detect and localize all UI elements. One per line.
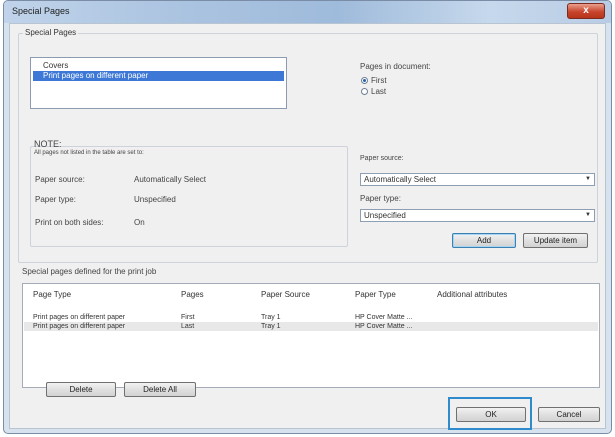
note-paper-type-value: Unspecified: [134, 195, 176, 204]
cell-pages: First: [181, 314, 195, 321]
note-label: NOTE:: [34, 139, 62, 149]
note-both-sides-label: Print on both sides:: [35, 218, 104, 227]
title-bar[interactable]: Special Pages x: [4, 1, 611, 23]
note-paper-source-value: Automatically Select: [134, 175, 207, 184]
radio-last[interactable]: [361, 88, 368, 95]
radio-last-label: Last: [371, 87, 387, 96]
note-text: All pages not listed in the table are se…: [34, 150, 144, 156]
cell-page-type: Print pages on different paper: [33, 314, 126, 321]
list-item-covers[interactable]: Covers: [33, 61, 68, 71]
note-paper-type-label: Paper type:: [35, 195, 76, 204]
radio-first-label: First: [371, 76, 387, 85]
list-item-print-pages-different-paper[interactable]: Print pages on different paper: [33, 71, 284, 81]
paper-source-dropdown[interactable]: Automatically Select ▼: [360, 173, 595, 186]
cell-paper-source: Tray 1: [261, 323, 281, 330]
pages-in-document-label: Pages in document:: [360, 62, 431, 71]
column-header-pages[interactable]: Pages: [181, 290, 204, 299]
cell-paper-type: HP Cover Matte ...: [355, 314, 413, 321]
ok-button[interactable]: OK: [456, 407, 526, 422]
note-paper-source-label: Paper source:: [35, 175, 85, 184]
defined-pages-table[interactable]: Page Type Pages Paper Source Paper Type …: [22, 283, 600, 388]
column-header-page-type[interactable]: Page Type: [33, 290, 71, 299]
chevron-down-icon: ▼: [585, 176, 591, 182]
cell-pages: Last: [181, 323, 195, 330]
table-row[interactable]: Print pages on different paper Last Tray…: [24, 322, 598, 331]
special-pages-dialog: Special Pages x Special Pages Covers Pri…: [3, 0, 612, 434]
special-pages-group-label: Special Pages: [23, 28, 79, 37]
paper-type-dropdown[interactable]: Unspecified ▼: [360, 209, 595, 222]
close-button[interactable]: x: [567, 3, 605, 19]
cell-paper-type: HP Cover Matte ...: [355, 323, 413, 330]
column-header-paper-type[interactable]: Paper Type: [355, 290, 396, 299]
note-box: [30, 146, 348, 247]
paper-source-value: Automatically Select: [364, 175, 437, 184]
note-both-sides-value: On: [134, 218, 145, 227]
cell-paper-source: Tray 1: [261, 314, 281, 321]
paper-source-label: Paper source:: [360, 155, 404, 162]
update-item-button[interactable]: Update item: [523, 233, 588, 248]
radio-first[interactable]: [361, 77, 368, 84]
paper-type-value: Unspecified: [364, 211, 406, 220]
column-header-additional-attributes[interactable]: Additional attributes: [437, 290, 507, 299]
delete-button[interactable]: Delete: [46, 382, 116, 397]
defined-pages-label: Special pages defined for the print job: [22, 267, 157, 276]
window-title: Special Pages: [12, 6, 70, 16]
column-header-paper-source[interactable]: Paper Source: [261, 290, 310, 299]
paper-type-label: Paper type:: [360, 194, 401, 203]
list-item-label: Print pages on different paper: [43, 71, 149, 80]
table-row[interactable]: Print pages on different paper First Tra…: [24, 313, 598, 322]
chevron-down-icon: ▼: [585, 212, 591, 218]
cancel-button[interactable]: Cancel: [538, 407, 600, 422]
cell-page-type: Print pages on different paper: [33, 323, 126, 330]
dialog-body: Special Pages Covers Print pages on diff…: [9, 23, 606, 430]
special-pages-list[interactable]: Covers Print pages on different paper: [30, 57, 287, 109]
delete-all-button[interactable]: Delete All: [124, 382, 196, 397]
add-button[interactable]: Add: [452, 233, 516, 248]
